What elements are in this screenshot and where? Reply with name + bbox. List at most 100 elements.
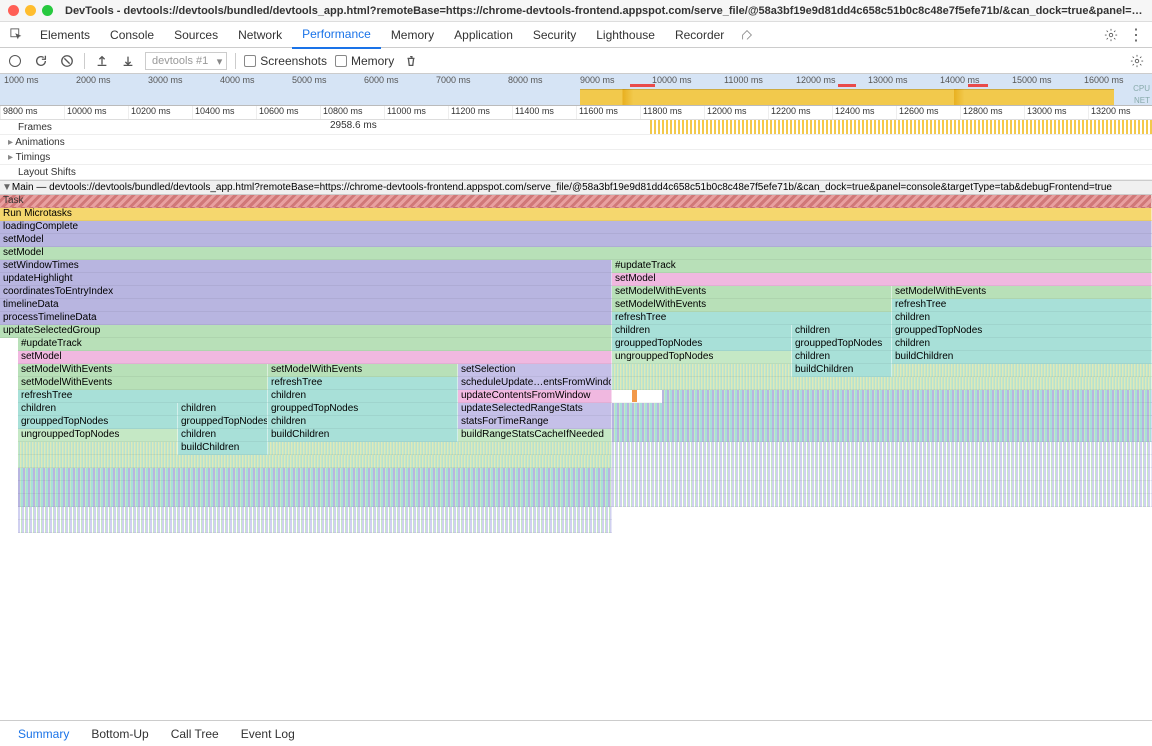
flame-noise[interactable] bbox=[18, 455, 612, 468]
flame-entry[interactable]: children bbox=[178, 403, 268, 416]
flame-entry[interactable]: grouppedTopNodes bbox=[792, 338, 892, 351]
maximize-window-button[interactable] bbox=[42, 5, 53, 16]
screenshots-checkbox[interactable]: Screenshots bbox=[244, 54, 327, 68]
tab-summary[interactable]: Summary bbox=[8, 722, 79, 746]
tab-recorder[interactable]: Recorder bbox=[665, 22, 734, 48]
flame-noise[interactable] bbox=[612, 390, 662, 403]
timeline-overview[interactable]: 1000 ms2000 ms3000 ms4000 ms5000 ms6000 … bbox=[0, 74, 1152, 106]
main-thread-header[interactable]: Main — devtools://devtools/bundled/devto… bbox=[0, 180, 1152, 195]
reload-record-button[interactable] bbox=[32, 52, 50, 70]
flame-noise[interactable] bbox=[268, 442, 612, 455]
flame-entry[interactable]: statsForTimeRange bbox=[458, 416, 612, 429]
flame-entry[interactable]: processTimelineData bbox=[0, 312, 612, 325]
settings-icon[interactable] bbox=[1102, 26, 1120, 44]
flame-entry[interactable]: ungrouppedTopNodes bbox=[18, 429, 178, 442]
flame-entry[interactable]: setModel bbox=[612, 273, 1152, 286]
flame-entry[interactable]: setModelWithEvents bbox=[612, 299, 892, 312]
tab-call-tree[interactable]: Call Tree bbox=[161, 722, 229, 746]
flame-noise[interactable] bbox=[892, 364, 1152, 377]
flame-entry[interactable]: children bbox=[792, 325, 892, 338]
flame-entry[interactable]: buildChildren bbox=[178, 442, 268, 455]
profile-selector[interactable]: devtools #1 bbox=[145, 52, 227, 70]
flame-entry[interactable]: setModelWithEvents bbox=[18, 377, 268, 390]
flame-entry[interactable]: children bbox=[792, 351, 892, 364]
inspect-element-icon[interactable] bbox=[8, 26, 26, 44]
upload-profile-button[interactable] bbox=[93, 52, 111, 70]
flame-entry[interactable]: children bbox=[178, 429, 268, 442]
flame-noise[interactable] bbox=[612, 364, 792, 377]
flame-entry[interactable]: timelineData bbox=[0, 299, 612, 312]
clear-button[interactable] bbox=[58, 52, 76, 70]
close-window-button[interactable] bbox=[8, 5, 19, 16]
flame-entry[interactable]: grouppedTopNodes bbox=[268, 403, 458, 416]
flame-entry[interactable]: ungrouppedTopNodes bbox=[612, 351, 792, 364]
flame-entry[interactable]: updateHighlight bbox=[0, 273, 612, 286]
flame-noise[interactable] bbox=[612, 377, 1152, 390]
flame-entry[interactable]: grouppedTopNodes bbox=[178, 416, 268, 429]
flame-entry[interactable]: children bbox=[268, 390, 458, 403]
flame-noise[interactable] bbox=[612, 494, 1152, 507]
tab-network[interactable]: Network bbox=[228, 22, 292, 48]
flame-entry[interactable]: refreshTree bbox=[268, 377, 458, 390]
more-menu-icon[interactable]: ⋮ bbox=[1120, 25, 1152, 45]
flame-entry[interactable]: buildChildren bbox=[792, 364, 892, 377]
flame-noise[interactable] bbox=[612, 429, 1152, 442]
track-frames[interactable]: Frames 2958.6 ms bbox=[0, 120, 1152, 135]
flame-noise[interactable] bbox=[18, 442, 178, 455]
memory-checkbox[interactable]: Memory bbox=[335, 54, 394, 68]
flame-entry[interactable]: buildRangeStatsCacheIfNeeded bbox=[458, 429, 612, 442]
flame-entry[interactable]: Run Microtasks bbox=[0, 208, 1152, 221]
flame-task[interactable]: Task bbox=[0, 195, 1152, 208]
flame-entry[interactable]: coordinatesToEntryIndex bbox=[0, 286, 612, 299]
flame-entry[interactable]: setModel bbox=[18, 351, 612, 364]
tab-elements[interactable]: Elements bbox=[30, 22, 100, 48]
flame-entry[interactable]: setModel bbox=[0, 247, 1152, 260]
flame-entry[interactable]: scheduleUpdate…entsFromWindow bbox=[458, 377, 612, 390]
download-profile-button[interactable] bbox=[119, 52, 137, 70]
tab-bottom-up[interactable]: Bottom-Up bbox=[81, 722, 158, 746]
flame-entry[interactable]: updateContentsFromWindow bbox=[458, 390, 612, 403]
flame-noise[interactable] bbox=[612, 468, 1152, 481]
flame-entry[interactable]: children bbox=[892, 338, 1152, 351]
track-layout-shifts[interactable]: Layout Shifts bbox=[0, 165, 1152, 180]
flame-noise[interactable] bbox=[612, 416, 1152, 429]
flame-noise[interactable] bbox=[18, 494, 612, 507]
flame-entry[interactable]: refreshTree bbox=[892, 299, 1152, 312]
flame-entry[interactable]: setModelWithEvents bbox=[18, 364, 268, 377]
track-animations[interactable]: Animations bbox=[0, 135, 1152, 150]
flame-noise[interactable] bbox=[18, 507, 612, 520]
flame-entry[interactable]: children bbox=[18, 403, 178, 416]
flame-noise[interactable] bbox=[612, 442, 1152, 455]
flame-entry[interactable]: setModelWithEvents bbox=[892, 286, 1152, 299]
timeline-ruler[interactable]: 9800 ms10000 ms10200 ms10400 ms10600 ms1… bbox=[0, 106, 1152, 120]
flame-entry[interactable]: #updateTrack bbox=[18, 338, 612, 351]
flame-noise[interactable] bbox=[612, 481, 1152, 494]
flame-entry[interactable]: setModelWithEvents bbox=[612, 286, 892, 299]
tab-application[interactable]: Application bbox=[444, 22, 523, 48]
tab-lighthouse[interactable]: Lighthouse bbox=[586, 22, 665, 48]
tab-security[interactable]: Security bbox=[523, 22, 586, 48]
flame-noise[interactable] bbox=[612, 403, 1152, 416]
flame-entry[interactable]: children bbox=[892, 312, 1152, 325]
flame-noise[interactable] bbox=[662, 390, 1152, 403]
flame-entry[interactable]: updateSelectedRangeStats bbox=[458, 403, 612, 416]
flame-entry[interactable]: buildChildren bbox=[268, 429, 458, 442]
flame-entry[interactable]: setModel bbox=[0, 234, 1152, 247]
flame-noise[interactable] bbox=[18, 481, 612, 494]
flame-entry[interactable]: updateSelectedGroup bbox=[0, 325, 612, 338]
flame-entry[interactable]: children bbox=[268, 416, 458, 429]
flame-entry[interactable]: #updateTrack bbox=[612, 260, 1152, 273]
flame-entry[interactable]: setSelection bbox=[458, 364, 612, 377]
tab-sources[interactable]: Sources bbox=[164, 22, 228, 48]
garbage-collect-button[interactable] bbox=[402, 52, 420, 70]
flame-entry[interactable]: children bbox=[612, 325, 792, 338]
flame-noise[interactable] bbox=[18, 468, 612, 481]
tab-event-log[interactable]: Event Log bbox=[231, 722, 305, 746]
flame-entry[interactable]: setWindowTimes bbox=[0, 260, 612, 273]
record-button[interactable] bbox=[6, 52, 24, 70]
flame-entry[interactable]: refreshTree bbox=[18, 390, 268, 403]
flame-entry[interactable]: refreshTree bbox=[612, 312, 892, 325]
capture-settings-icon[interactable] bbox=[1128, 52, 1146, 70]
flame-entry[interactable]: grouppedTopNodes bbox=[892, 325, 1152, 338]
flame-noise[interactable] bbox=[612, 455, 1152, 468]
